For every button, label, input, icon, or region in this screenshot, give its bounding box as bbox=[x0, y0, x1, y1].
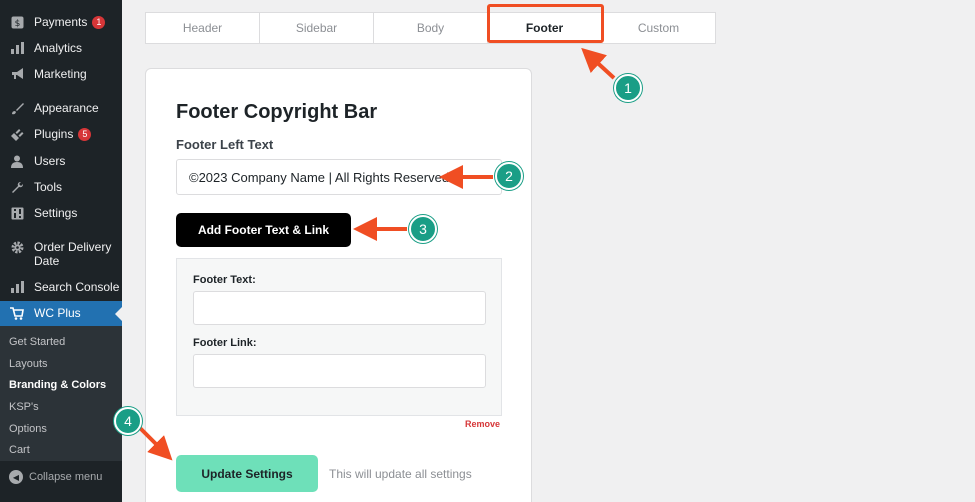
footer-left-text-input[interactable]: ©2023 Company Name | All Rights Reserved bbox=[176, 159, 502, 195]
sidebar-item-label: Analytics bbox=[34, 41, 83, 55]
footer-text-label: Footer Text: bbox=[193, 274, 256, 286]
payments-badge: 1 bbox=[92, 16, 106, 29]
tab-custom[interactable]: Custom bbox=[602, 13, 715, 43]
settings-tabs: Header Sidebar Body Footer Custom bbox=[145, 12, 716, 44]
footer-settings-card: Footer Copyright Bar Footer Left Text ©2… bbox=[145, 68, 532, 502]
paintbrush-icon bbox=[7, 101, 27, 115]
gear-icon bbox=[7, 240, 27, 254]
megaphone-icon bbox=[7, 67, 27, 81]
sidebar-item-search-console[interactable]: Search Console bbox=[0, 280, 122, 294]
sidebar-item-label: Tools bbox=[34, 180, 63, 194]
sidebar-item-label: Users bbox=[34, 154, 66, 168]
submenu-ksps[interactable]: KSP's bbox=[9, 401, 39, 413]
sidebar-item-label: Marketing bbox=[34, 67, 87, 81]
sidebar-item-payments[interactable]: $ Payments 1 bbox=[0, 15, 122, 29]
footer-text-input[interactable] bbox=[193, 291, 486, 325]
user-icon bbox=[7, 154, 27, 168]
sidebar-item-appearance[interactable]: Appearance bbox=[0, 101, 122, 115]
bar-chart-icon bbox=[7, 280, 27, 294]
submenu-branding-colors[interactable]: Branding & Colors bbox=[9, 379, 106, 391]
arrow-1 bbox=[581, 47, 616, 80]
sidebar-item-wc-plus-content: WC Plus bbox=[0, 306, 122, 320]
sidebar-item-label: Search Console bbox=[34, 280, 120, 294]
sidebar-item-label: Settings bbox=[34, 206, 78, 220]
step-3-badge: 3 bbox=[409, 215, 437, 243]
step-2-badge: 2 bbox=[495, 162, 523, 190]
card-title: Footer Copyright Bar bbox=[176, 101, 378, 123]
admin-sidebar: $ Payments 1 Analytics Marketing Appearan… bbox=[0, 0, 122, 502]
footer-link-item: Footer Text: Footer Link: bbox=[176, 258, 502, 416]
sidebar-item-label-line2: Date bbox=[34, 254, 60, 268]
sidebar-item-marketing[interactable]: Marketing bbox=[0, 67, 122, 81]
sidebar-item-label: Plugins bbox=[34, 127, 74, 141]
wc-plus-submenu: Get Started Layouts Branding & Colors KS… bbox=[0, 326, 122, 461]
sidebar-item-label: Payments bbox=[34, 15, 88, 29]
sidebar-item-label: WC Plus bbox=[34, 306, 81, 320]
sidebar-item-label: Order Delivery bbox=[34, 240, 112, 254]
submenu-layouts[interactable]: Layouts bbox=[9, 358, 48, 370]
plugin-icon bbox=[7, 127, 27, 141]
update-settings-button[interactable]: Update Settings bbox=[176, 455, 318, 492]
step-4-badge: 4 bbox=[114, 407, 142, 435]
footer-left-text-label: Footer Left Text bbox=[176, 137, 274, 152]
collapse-menu-label: Collapse menu bbox=[29, 471, 103, 483]
footer-tab-highlight bbox=[487, 4, 604, 43]
settings-icon bbox=[7, 206, 27, 220]
submenu-cart[interactable]: Cart bbox=[9, 444, 30, 456]
footer-link-label: Footer Link: bbox=[193, 337, 257, 349]
update-note: This will update all settings bbox=[329, 467, 472, 481]
sidebar-item-settings[interactable]: Settings bbox=[0, 206, 122, 220]
sidebar-item-users[interactable]: Users bbox=[0, 154, 122, 168]
submenu-options[interactable]: Options bbox=[9, 423, 47, 435]
cart-icon bbox=[7, 306, 27, 320]
bar-chart-icon bbox=[7, 41, 27, 55]
tab-sidebar[interactable]: Sidebar bbox=[260, 13, 374, 43]
sidebar-item-order-delivery-date[interactable]: Order Delivery Date bbox=[0, 240, 122, 268]
sidebar-item-tools[interactable]: Tools bbox=[0, 180, 122, 194]
sidebar-item-plugins[interactable]: Plugins 5 bbox=[0, 127, 122, 141]
tab-header[interactable]: Header bbox=[146, 13, 260, 43]
sidebar-item-analytics[interactable]: Analytics bbox=[0, 41, 122, 55]
collapse-menu-button[interactable]: ◀ Collapse menu bbox=[0, 470, 122, 484]
dollar-icon: $ bbox=[7, 15, 27, 29]
tab-body[interactable]: Body bbox=[374, 13, 488, 43]
remove-link[interactable]: Remove bbox=[465, 419, 500, 429]
svg-text:$: $ bbox=[14, 19, 20, 29]
wrench-icon bbox=[7, 180, 27, 194]
add-footer-text-link-button[interactable]: Add Footer Text & Link bbox=[176, 213, 351, 247]
plugins-badge: 5 bbox=[78, 128, 92, 141]
step-1-badge: 1 bbox=[614, 74, 642, 102]
footer-link-input[interactable] bbox=[193, 354, 486, 388]
submenu-get-started[interactable]: Get Started bbox=[9, 336, 65, 348]
sidebar-item-label: Appearance bbox=[34, 101, 99, 115]
collapse-arrow-icon: ◀ bbox=[9, 470, 23, 484]
